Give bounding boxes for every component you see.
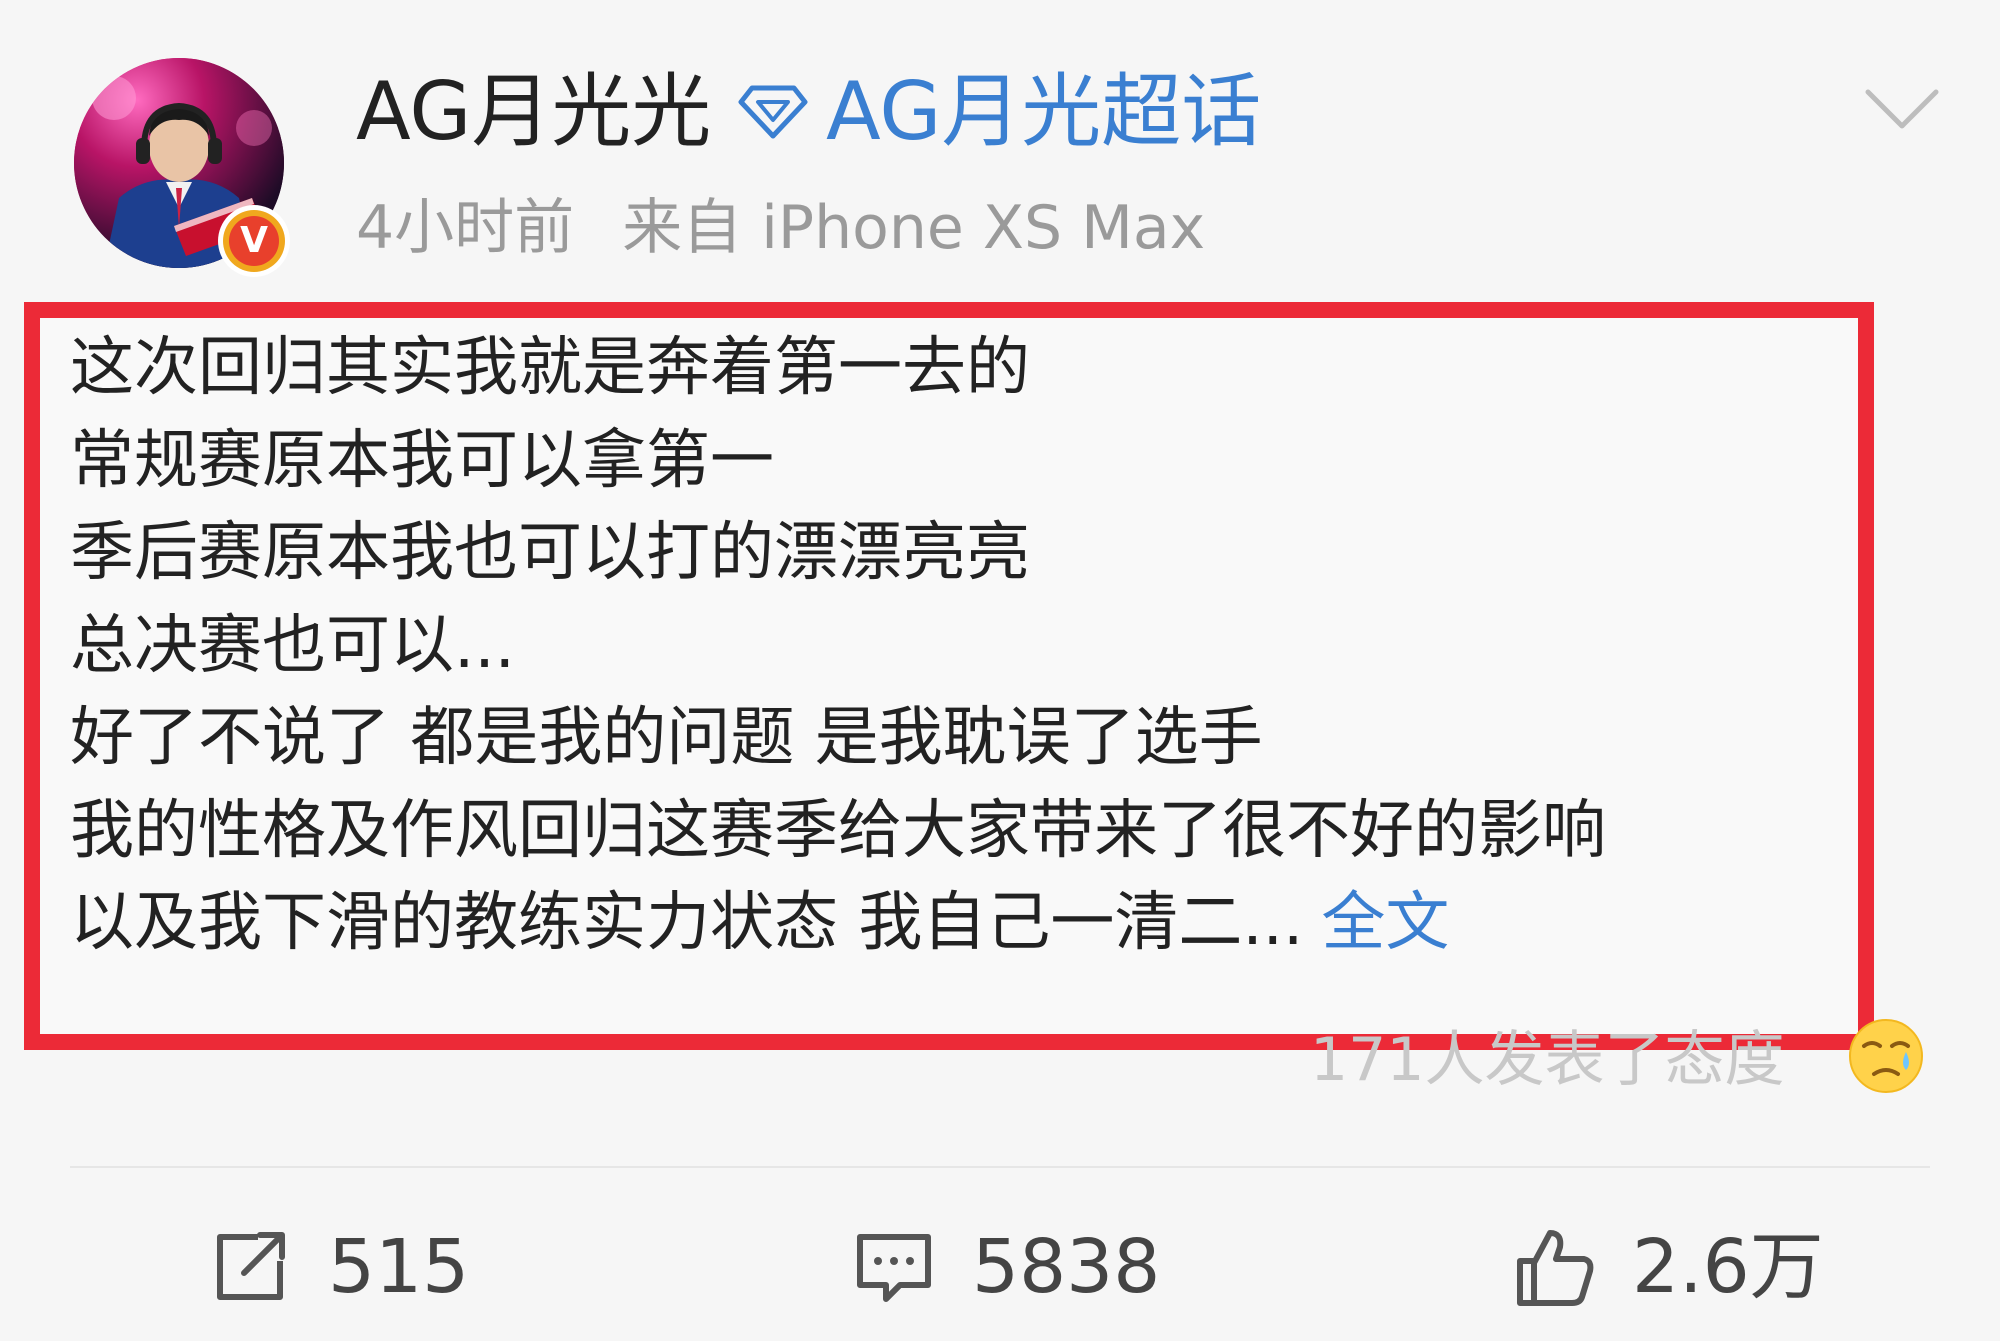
chevron-down-icon[interactable] <box>1862 82 1942 138</box>
post-last-line: 以及我下滑的教练实力状态 我自己一清二... 全文 <box>70 877 1810 970</box>
repost-icon <box>217 1232 285 1300</box>
post-line: 我的性格及作风回归这赛季给大家带来了很不好的影响 <box>70 793 1606 868</box>
divider <box>70 1166 1930 1168</box>
post-line: 季后赛原本我也可以打的漂漂亮亮 <box>70 516 1030 590</box>
attitude-count[interactable]: 171人发表了态度 <box>1310 1020 1785 1100</box>
post-source: 来自 iPhone XS Max <box>622 193 1206 263</box>
supertopic-label: AG月光超话 <box>826 65 1262 158</box>
verified-badge-icon: V <box>218 205 290 277</box>
verified-mark: V <box>229 216 279 266</box>
sad-crying-face-icon <box>1849 1019 1923 1093</box>
comment-icon <box>857 1234 931 1302</box>
full-text-link[interactable]: 全文 <box>1321 886 1449 960</box>
diamond-icon <box>738 85 808 139</box>
comment-button[interactable]: 5838 <box>852 1222 1160 1312</box>
post-line: 以及我下滑的教练实力状态 我自己一清二... <box>70 886 1304 960</box>
comment-count: 5838 <box>972 1224 1161 1310</box>
post-meta: 4小时前 来自 iPhone XS Max <box>356 188 1205 268</box>
repost-button[interactable]: 515 <box>208 1222 469 1312</box>
like-count: 2.6万 <box>1632 1224 1824 1310</box>
post-body: 这次回归其实我就是奔着第一去的 常规赛原本我可以拿第一 季后赛原本我也可以打的漂… <box>70 322 1810 970</box>
supertopic-link[interactable]: AG月光超话 <box>738 62 1261 162</box>
username[interactable]: AG月光光 <box>356 62 711 162</box>
post-line: 总决赛也可以... <box>70 608 516 683</box>
thumbs-up-icon <box>1517 1230 1594 1306</box>
like-button[interactable]: 2.6万 <box>1512 1222 1824 1312</box>
post-line: 常规赛原本我可以拿第一 <box>70 423 774 498</box>
post-line: 这次回归其实我就是奔着第一去的 <box>70 331 1030 405</box>
repost-count: 515 <box>328 1224 470 1310</box>
post-line: 好了不说了 都是我的问题 是我耽误了选手 <box>70 701 1263 775</box>
post-time: 4小时前 <box>356 193 575 263</box>
